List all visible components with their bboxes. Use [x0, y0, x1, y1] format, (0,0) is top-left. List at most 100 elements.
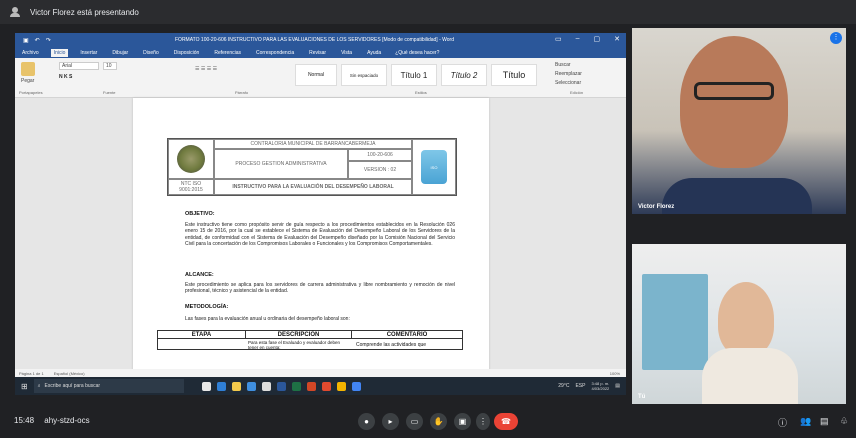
meeting-code[interactable]: ahy-stzd-ocs [44, 416, 89, 425]
group-label-clipboard: Portapapeles [19, 90, 43, 95]
paragraph-controls[interactable]: ☰ ☰ ☰ ☰ [195, 66, 217, 72]
meeting-info: 15:48 ahy-stzd-ocs [14, 416, 90, 425]
powerpoint-taskbar-icon[interactable] [306, 381, 316, 391]
weather-temp[interactable]: 29°C [558, 383, 569, 389]
excel-taskbar-icon[interactable] [291, 381, 301, 391]
wall-poster [642, 274, 708, 370]
ntc-cell: NTC ISO 9001:2015 [168, 179, 214, 195]
ribbon-display-icon[interactable]: ▭ [555, 35, 562, 43]
code-cell: 100-20-606 [348, 149, 412, 161]
tab-vista[interactable]: Vista [338, 49, 355, 57]
app-icon[interactable] [261, 381, 271, 391]
people-icon[interactable]: 👥 [800, 416, 811, 427]
word-status-bar: Página 1 de 1 Español (México) 100% [15, 369, 626, 377]
tab-insertar[interactable]: Insertar [77, 49, 100, 57]
activities-icon[interactable]: ♧ [840, 416, 848, 427]
th-descripcion: DESCRIPCIÓN [246, 331, 352, 339]
task-view-icon[interactable] [201, 381, 211, 391]
participant-tile-main[interactable]: ⋮ Victor Florez [632, 28, 846, 214]
app2-taskbar-icon[interactable] [336, 381, 346, 391]
tray-lang[interactable]: ESP [575, 383, 585, 389]
document-page[interactable]: CONTRALORIA MUNICIPAL DE BARRANCABERMEJA… [133, 98, 489, 385]
chat-icon[interactable]: ▤ [820, 416, 829, 427]
replace-button[interactable]: Reemplazar [555, 71, 582, 77]
style-sin-espaciado[interactable]: Sin espaciado [341, 64, 387, 86]
participant-name-self: Tú [638, 394, 646, 400]
chrome-taskbar-icon[interactable] [321, 381, 331, 391]
tab-referencias[interactable]: Referencias [211, 49, 244, 57]
org-cell: CONTRALORIA MUNICIPAL DE BARRANCABERMEJA [214, 139, 412, 149]
present-button[interactable]: ▣ [454, 413, 471, 430]
app3-taskbar-icon[interactable] [351, 381, 361, 391]
edge-icon[interactable] [216, 381, 226, 391]
glasses-icon [694, 82, 774, 100]
tab-diseno[interactable]: Diseño [140, 49, 162, 57]
phases-table: ETAPA DESCRIPCIÓN COMENTARIO Para esta f… [157, 330, 463, 350]
presenter-banner-text: Victor Florez está presentando [30, 7, 139, 17]
tab-archivo[interactable]: Archivo [19, 49, 42, 57]
store-icon[interactable] [246, 381, 256, 391]
font-name-select[interactable]: Arial [59, 62, 99, 70]
end-call-button[interactable]: ☎ [494, 413, 518, 430]
bold-button[interactable]: N K S [59, 74, 72, 80]
tray-date: 4/03/2022 [591, 386, 610, 391]
mic-icon: ● [364, 417, 369, 426]
tab-disposicion[interactable]: Disposición [171, 49, 203, 57]
document-area: CONTRALORIA MUNICIPAL DE BARRANCABERMEJA… [15, 98, 626, 385]
tab-revisar[interactable]: Revisar [306, 49, 329, 57]
version-cell: VERSION : 02 [348, 161, 412, 179]
style-titulo-1[interactable]: Título 1 [391, 64, 437, 86]
shared-screen: ▣ ↶ ↷ FORMATO 100-20-606 INSTRUCTIVO PAR… [15, 33, 626, 395]
redo-icon[interactable]: ↷ [46, 37, 51, 44]
word-taskbar-icon[interactable] [276, 381, 286, 391]
zoom-level[interactable]: 100% [610, 371, 620, 376]
certification-badge-icon: ISO [421, 150, 447, 184]
participant-self-face [718, 282, 774, 356]
tab-dibujar[interactable]: Dibujar [109, 49, 131, 57]
tell-me-box[interactable]: ¿Qué desea hacer? [395, 50, 439, 56]
ribbon-tabs: Archivo Inicio Insertar Dibujar Diseño D… [15, 47, 626, 58]
raise-hand-button[interactable]: ✋ [430, 413, 447, 430]
alcance-heading: ALCANCE: [185, 272, 214, 278]
taskbar-search[interactable]: ⌕ Escribe aquí para buscar [33, 379, 184, 393]
maximize-icon[interactable]: ▢ [594, 35, 601, 43]
notifications-icon[interactable]: ▤ [615, 383, 620, 389]
windows-start-icon[interactable]: ⊞ [21, 382, 28, 391]
minimize-icon[interactable]: – [576, 35, 580, 43]
system-tray: 29°C ESP 3:48 p. m. 4/03/2022 ▤ [558, 381, 620, 391]
meeting-controls: 15:48 ahy-stzd-ocs ● ▸ ▭ ✋ ▣ ⋮ ☎ ⓘ 👥 ▤ ♧ [0, 404, 856, 438]
save-icon[interactable]: ▣ [23, 37, 29, 44]
captions-icon: ▭ [410, 417, 419, 426]
metodologia-heading: METODOLOGÍA: [185, 304, 229, 310]
tab-inicio[interactable]: Inicio [50, 48, 69, 57]
select-button[interactable]: Seleccionar [555, 80, 581, 86]
close-icon[interactable]: ✕ [614, 35, 620, 43]
header-table: CONTRALORIA MUNICIPAL DE BARRANCABERMEJA… [167, 138, 457, 196]
style-titulo[interactable]: Título [491, 64, 537, 86]
style-normal[interactable]: Normal [295, 64, 337, 86]
tab-correspondencia[interactable]: Correspondencia [253, 49, 297, 57]
objetivo-text: Este instructivo tiene como propósito se… [185, 222, 455, 248]
objetivo-heading: OBJETIVO: [185, 211, 215, 217]
info-icon[interactable]: ⓘ [778, 416, 787, 429]
status-page: Página 1 de 1 [19, 370, 44, 376]
tray-clock[interactable]: 3:48 p. m. 4/03/2022 [591, 381, 609, 391]
comment-cell: Comprende las actividades que [356, 342, 427, 348]
more-options-button[interactable]: ⋮ [476, 413, 490, 430]
tab-ayuda[interactable]: Ayuda [364, 49, 384, 57]
search-icon: ⌕ [37, 383, 41, 389]
captions-button[interactable]: ▭ [406, 413, 423, 430]
font-size-select[interactable]: 10 [103, 62, 117, 70]
metodologia-text: Las fases para la evaluación anual u ord… [185, 316, 350, 322]
participant-tile-self[interactable]: Tú [632, 244, 846, 404]
paste-icon[interactable] [21, 62, 35, 76]
taskbar-search-input[interactable]: Escribe aquí para buscar [45, 383, 101, 389]
mic-button[interactable]: ● [358, 413, 375, 430]
explorer-icon[interactable] [231, 381, 241, 391]
find-button[interactable]: Buscar [555, 62, 571, 68]
camera-button[interactable]: ▸ [382, 413, 399, 430]
status-language[interactable]: Español (México) [54, 371, 85, 376]
style-titulo-2[interactable]: Título 2 [441, 64, 487, 86]
undo-icon[interactable]: ↶ [35, 37, 40, 44]
paste-label[interactable]: Pegar [21, 78, 34, 84]
